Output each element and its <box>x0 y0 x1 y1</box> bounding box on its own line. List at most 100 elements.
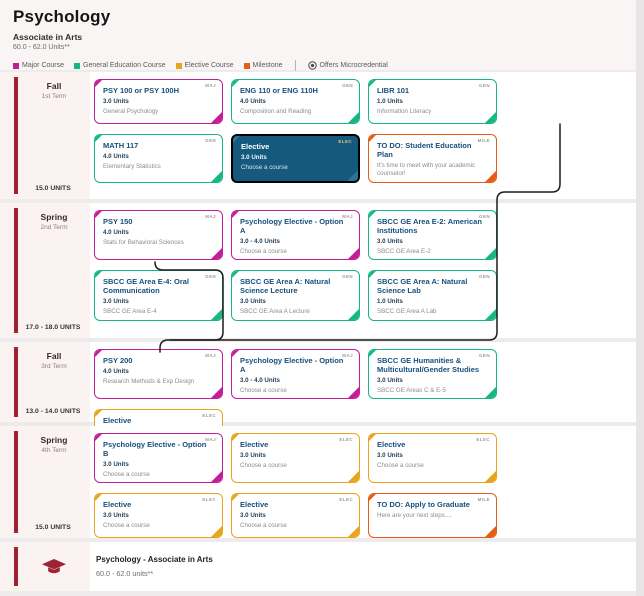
course-card-ge-a-lecture[interactable]: GEN SBCC GE Area A: Natural Science Lect… <box>231 270 360 320</box>
course-title: SBCC GE Area E-2: American Institutions <box>377 217 489 235</box>
term-units-total: 15.0 UNITS <box>16 524 90 531</box>
course-card-elective-t4-1[interactable]: ELEC Elective 3.0 Units Choose a course <box>231 433 360 483</box>
course-card-eng110[interactable]: GEN ENG 110 or ENG 110H 4.0 Units Compos… <box>231 79 360 124</box>
course-subtitle: Research Methods & Exp Design <box>103 378 215 386</box>
card-category-badge: MAJ <box>205 83 216 88</box>
course-subtitle: SBCC GE Areas C & E-5 <box>377 387 489 395</box>
course-title: SBCC GE Area E-4: Oral Communication <box>103 277 215 295</box>
card-category-badge: MAJ <box>205 353 216 358</box>
legend: Major Course General Education Course El… <box>13 60 644 71</box>
card-category-badge: ELEC <box>338 139 352 144</box>
course-card-psych-elective-b[interactable]: MAJ Psychology Elective - Option B 3.0 U… <box>94 433 223 483</box>
course-units: 3.0 Units <box>377 452 489 459</box>
course-card-psy200[interactable]: MAJ PSY 200 4.0 Units Research Methods &… <box>94 349 223 399</box>
card-category-badge: MILE <box>478 138 490 143</box>
legend-item-milestone: Milestone <box>244 62 283 69</box>
card-category-badge: ELEC <box>339 437 353 442</box>
card-category-badge: MAJ <box>342 353 353 358</box>
course-subtitle: Choose a course <box>103 471 215 479</box>
course-card-ge-a-lab[interactable]: GEN SBCC GE Area A: Natural Science Lab … <box>368 270 497 320</box>
course-subtitle: SBCC GE Area E-4 <box>103 308 215 316</box>
term-sidebar: Fall 1st Term 15.0 UNITS <box>0 72 90 199</box>
course-units: 3.0 Units <box>240 512 352 519</box>
course-subtitle: Choose a course <box>241 164 351 172</box>
course-title: Elective <box>241 142 351 151</box>
term-units-total: 13.0 - 14.0 UNITS <box>16 408 90 415</box>
card-category-badge: GEN <box>342 274 353 279</box>
card-category-badge: MAJ <box>205 437 216 442</box>
term-season: Spring <box>18 435 90 445</box>
course-title: ENG 110 or ENG 110H <box>240 86 352 95</box>
term-sidebar: Spring 4th Term 15.0 UNITS <box>0 426 90 538</box>
course-card-libr101[interactable]: GEN LIBR 101 1.0 Units Information Liter… <box>368 79 497 124</box>
course-units: 3.0 Units <box>377 377 489 384</box>
course-card-elective-selected[interactable]: ELEC Elective 3.0 Units Choose a course <box>231 134 360 183</box>
card-category-badge: ELEC <box>339 497 353 502</box>
course-card-math117[interactable]: GEN MATH 117 4.0 Units Elementary Statis… <box>94 134 223 183</box>
card-category-badge: ELEC <box>202 497 216 502</box>
degree-completion-row: Psychology - Associate in Arts 60.0 - 62… <box>0 542 636 591</box>
page-title: Psychology <box>13 7 644 27</box>
term-row-spring-2: Spring 2nd Term 17.0 - 18.0 UNITS MAJ PS… <box>0 203 636 338</box>
course-card-ge-humanities[interactable]: GEN SBCC GE Humanities & Multicultural/G… <box>368 349 497 399</box>
course-card-ge-e4[interactable]: GEN SBCC GE Area E-4: Oral Communication… <box>94 270 223 320</box>
milestone-title: TO DO: Apply to Graduate <box>377 500 489 509</box>
course-card-psych-elective-a[interactable]: MAJ Psychology Elective - Option A 3.0 -… <box>231 210 360 260</box>
course-card-elective-t4-3[interactable]: ELEC Elective 3.0 Units Choose a course <box>94 493 223 538</box>
course-title: LIBR 101 <box>377 86 489 95</box>
term-season: Spring <box>18 212 90 222</box>
course-units: 4.0 Units <box>103 229 215 236</box>
course-card-ge-e2[interactable]: GEN SBCC GE Area E-2: American Instituti… <box>368 210 497 260</box>
course-card-psych-elective-a2[interactable]: MAJ Psychology Elective - Option A 3.0 -… <box>231 349 360 399</box>
course-card-psy150[interactable]: MAJ PSY 150 4.0 Units Stats for Behavior… <box>94 210 223 260</box>
milestone-card-student-education-plan[interactable]: MILE TO DO: Student Education Plan It's … <box>368 134 497 183</box>
card-category-badge: GEN <box>479 274 490 279</box>
term-number: 1st Term <box>18 93 90 100</box>
page-right-gutter <box>636 0 644 596</box>
course-title: Psychology Elective - Option A <box>240 217 352 235</box>
course-units: 3.0 Units <box>103 461 215 468</box>
term-units-total: 15.0 UNITS <box>16 185 90 192</box>
term-cards: MAJ PSY 150 4.0 Units Stats for Behavior… <box>90 203 634 328</box>
course-subtitle: Stats for Behavioral Sciences <box>103 239 215 247</box>
course-card-psy100[interactable]: MAJ PSY 100 or PSY 100H 3.0 Units Genera… <box>94 79 223 124</box>
course-subtitle: Composition and Reading <box>240 108 352 116</box>
course-units: 3.0 Units <box>377 238 489 245</box>
card-category-badge: GEN <box>205 274 216 279</box>
course-card-elective-t4-2[interactable]: ELEC Elective 3.0 Units Choose a course <box>368 433 497 483</box>
degree-total-units: 60.0 - 62.0 Units** <box>13 44 644 51</box>
milestone-subtitle: It's time to meet with your academic cou… <box>377 162 489 178</box>
card-category-badge: GEN <box>479 214 490 219</box>
milestone-subtitle: Here are your next steps.... <box>377 512 489 520</box>
course-units: 3.0 - 4.0 Units <box>240 238 352 245</box>
course-subtitle: Choose a course <box>377 462 489 470</box>
gened-course-swatch <box>74 63 80 69</box>
course-units: 3.0 - 4.0 Units <box>240 377 352 384</box>
course-units: 3.0 Units <box>103 98 215 105</box>
term-row-fall-3: Fall 3rd Term 13.0 - 14.0 UNITS MAJ PSY … <box>0 342 636 422</box>
completion-units: 60.0 - 62.0 units** <box>96 569 153 578</box>
milestone-card-apply-to-graduate[interactable]: MILE TO DO: Apply to Graduate Here are y… <box>368 493 497 538</box>
course-title: PSY 150 <box>103 217 215 226</box>
course-units: 4.0 Units <box>103 368 215 375</box>
course-subtitle: Information Literacy <box>377 108 489 116</box>
course-subtitle: Elementary Statistics <box>103 163 215 171</box>
course-title: Elective <box>240 500 352 509</box>
term-cards: MAJ Psychology Elective - Option B 3.0 U… <box>90 426 634 545</box>
major-course-swatch <box>13 63 19 69</box>
course-units: 3.0 Units <box>103 298 215 305</box>
course-subtitle: General Psychology <box>103 108 215 116</box>
microcredential-label: Offers Microcredential <box>320 62 388 69</box>
card-category-badge: GEN <box>205 138 216 143</box>
card-category-badge: MAJ <box>342 214 353 219</box>
legend-label: Major Course <box>22 62 64 69</box>
course-title: Psychology Elective - Option B <box>103 440 215 458</box>
course-title: Elective <box>240 440 352 449</box>
term-row-spring-4: Spring 4th Term 15.0 UNITS MAJ Psycholog… <box>0 426 636 538</box>
elective-course-swatch <box>176 63 182 69</box>
card-category-badge: MILE <box>478 497 490 502</box>
course-subtitle: Choose a course <box>103 522 215 530</box>
term-number: 3rd Term <box>18 363 90 370</box>
course-card-elective-t4-4[interactable]: ELEC Elective 3.0 Units Choose a course <box>231 493 360 538</box>
term-number: 2nd Term <box>18 224 90 231</box>
